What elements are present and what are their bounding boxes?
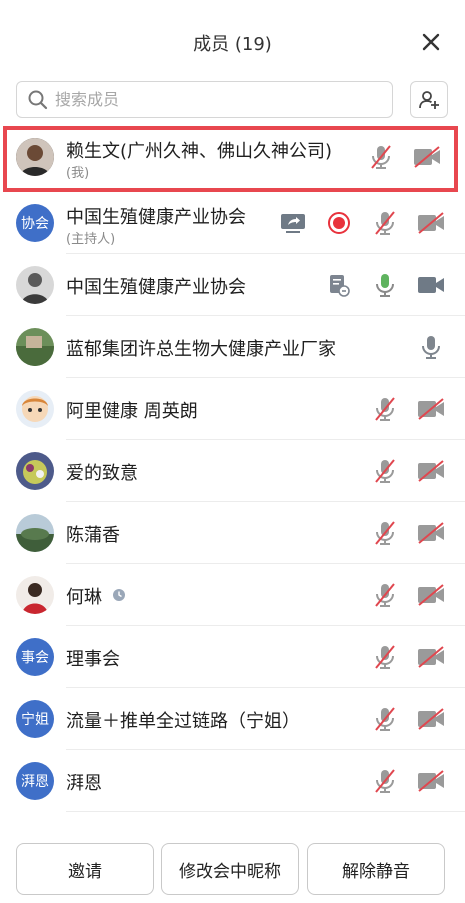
avatar — [16, 452, 54, 490]
record-icon[interactable] — [325, 209, 353, 237]
member-row[interactable]: 陈蒲香 — [0, 502, 465, 564]
member-name: 陈蒲香 — [66, 525, 120, 546]
document-icon[interactable] — [325, 271, 353, 299]
unmute-button[interactable]: 解除静音 — [307, 843, 445, 895]
avatar: 协会 — [16, 204, 54, 242]
member-row[interactable]: 事会 理事会 — [0, 626, 465, 688]
member-row[interactable]: 协会 中国生殖健康产业协会 (主持人) — [0, 192, 465, 254]
rename-button[interactable]: 修改会中昵称 — [161, 843, 299, 895]
member-row[interactable]: 蓝郁集团许总生物大健康产业厂家 — [0, 316, 465, 378]
camera-off-icon[interactable] — [417, 643, 445, 671]
mic-muted-icon[interactable] — [371, 519, 399, 547]
member-row-self[interactable]: 赖生文(广州久神、佛山久神公司) (我) — [3, 126, 458, 192]
mic-on-icon[interactable] — [371, 271, 399, 299]
close-icon — [422, 33, 440, 51]
camera-off-icon[interactable] — [417, 581, 445, 609]
member-name: 理事会 — [66, 649, 120, 670]
search-row — [16, 81, 448, 119]
camera-off-icon[interactable] — [417, 209, 445, 237]
mic-muted-icon[interactable] — [371, 209, 399, 237]
mic-muted-icon[interactable] — [367, 143, 395, 171]
avatar: 宁姐 — [16, 700, 54, 738]
member-name: 中国生殖健康产业协会 — [66, 207, 246, 228]
avatar — [16, 514, 54, 552]
mic-muted-icon[interactable] — [371, 767, 399, 795]
search-input[interactable] — [55, 82, 385, 117]
avatar — [16, 576, 54, 614]
member-name: 何琳 — [66, 587, 102, 608]
panel-title: 成员 (19) — [193, 34, 272, 55]
search-box — [16, 81, 393, 118]
member-tag: (我) — [66, 166, 90, 181]
member-row[interactable]: 宁姐 流量＋推单全过链路（宁姐） — [0, 688, 465, 750]
member-row[interactable]: 何琳 — [0, 564, 465, 626]
mic-muted-icon[interactable] — [371, 395, 399, 423]
member-name: 湃恩 — [66, 773, 102, 794]
avatar: 事会 — [16, 638, 54, 676]
member-name: 赖生文(广州久神、佛山久神公司) — [66, 141, 333, 162]
mic-muted-icon[interactable] — [371, 643, 399, 671]
member-row[interactable]: 阿里健康 周英朗 — [0, 378, 465, 440]
header: 成员 (19) — [0, 22, 465, 62]
member-row[interactable]: 爱的致意 — [0, 440, 465, 502]
close-button[interactable] — [417, 28, 445, 56]
add-user-icon — [419, 90, 439, 109]
member-name: 中国生殖健康产业协会 — [66, 277, 246, 298]
camera-off-icon[interactable] — [413, 143, 441, 171]
member-name: 阿里健康 周英朗 — [66, 401, 198, 422]
member-list: 赖生文(广州久神、佛山久神公司) (我) 协会 中国生殖健康产业协会 (主持人) — [0, 126, 465, 812]
search-icon — [28, 90, 48, 110]
mic-icon[interactable] — [417, 333, 445, 361]
add-member-button[interactable] — [410, 81, 448, 118]
camera-on-icon[interactable] — [417, 271, 445, 299]
avatar: 湃恩 — [16, 762, 54, 800]
camera-off-icon[interactable] — [417, 705, 445, 733]
members-panel: 成员 (19) 赖生文(广州久神、佛山久神公司) (我) — [0, 0, 465, 903]
avatar — [16, 328, 54, 366]
mic-muted-icon[interactable] — [371, 457, 399, 485]
clock-icon — [113, 589, 125, 601]
avatar — [16, 266, 54, 304]
avatar — [16, 390, 54, 428]
camera-off-icon[interactable] — [417, 395, 445, 423]
member-row[interactable]: 湃恩 湃恩 — [0, 750, 465, 812]
footer: 邀请 修改会中昵称 解除静音 — [0, 839, 465, 903]
mic-muted-icon[interactable] — [371, 705, 399, 733]
avatar — [16, 138, 54, 176]
camera-off-icon[interactable] — [417, 457, 445, 485]
camera-off-icon[interactable] — [417, 519, 445, 547]
member-tag: (主持人) — [66, 232, 116, 247]
member-name: 蓝郁集团许总生物大健康产业厂家 — [66, 339, 336, 360]
mic-muted-icon[interactable] — [371, 581, 399, 609]
member-name: 流量＋推单全过链路（宁姐） — [66, 711, 300, 732]
member-name: 爱的致意 — [66, 463, 138, 484]
camera-off-icon[interactable] — [417, 767, 445, 795]
screen-share-icon[interactable] — [279, 209, 307, 237]
member-row[interactable]: 中国生殖健康产业协会 — [0, 254, 465, 316]
invite-button[interactable]: 邀请 — [16, 843, 154, 895]
